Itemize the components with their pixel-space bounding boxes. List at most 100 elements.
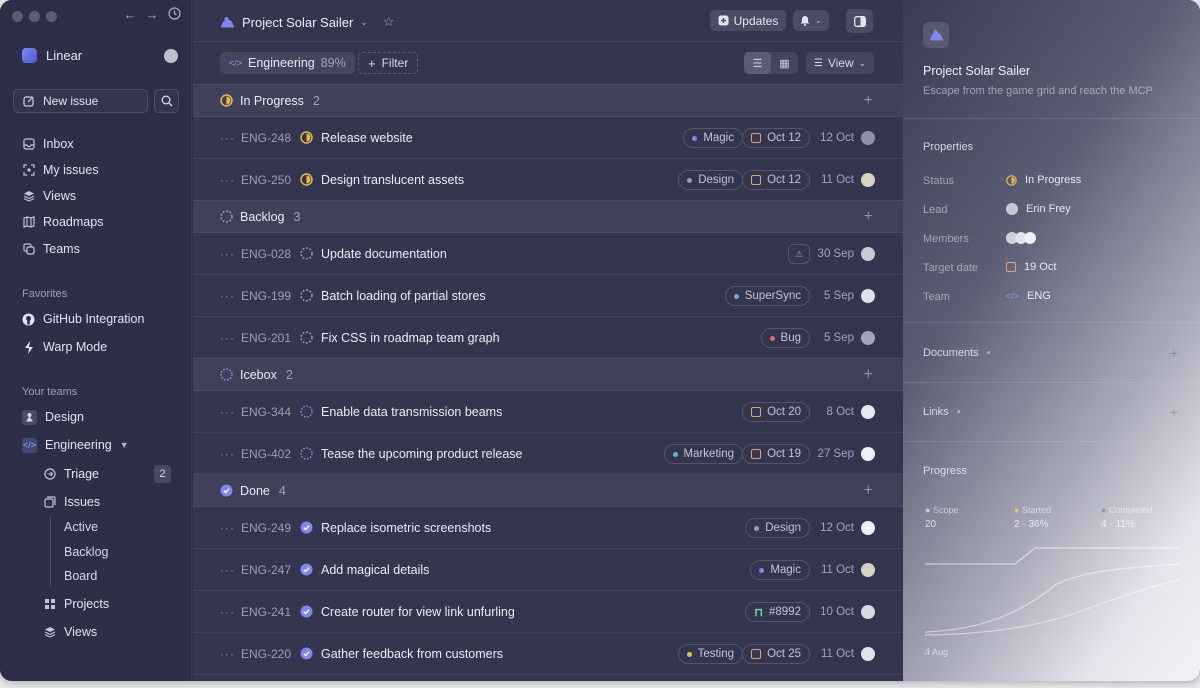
- group-header-in-progress[interactable]: In Progress 2 +: [193, 84, 903, 117]
- more-options-icon[interactable]: ···: [220, 405, 235, 419]
- sidebar-item-team-views[interactable]: Views: [43, 622, 97, 642]
- more-options-icon[interactable]: ···: [220, 247, 235, 261]
- add-link-plus-icon[interactable]: +: [1170, 404, 1178, 420]
- sidebar-item-triage[interactable]: Triage: [43, 464, 99, 484]
- new-issue-button[interactable]: New issue: [13, 89, 148, 113]
- history-clock-icon[interactable]: [166, 7, 182, 23]
- icebox-status-icon[interactable]: [300, 405, 313, 418]
- assignee-avatar[interactable]: [861, 247, 875, 261]
- sidebar-item-roadmaps[interactable]: Roadmaps: [22, 212, 103, 232]
- backlog-status-icon[interactable]: [300, 331, 313, 344]
- team-filter-chip[interactable]: </> Engineering 89%: [220, 52, 355, 74]
- more-options-icon[interactable]: ···: [220, 289, 235, 303]
- toggle-details-panel-button[interactable]: [846, 9, 873, 33]
- label-pill[interactable]: Design: [745, 518, 810, 538]
- done-status-icon[interactable]: [300, 605, 313, 618]
- filter-button[interactable]: + Filter: [358, 52, 419, 74]
- status-property[interactable]: In Progress: [1006, 174, 1081, 186]
- assignee-avatar[interactable]: [861, 447, 875, 461]
- due-date-pill[interactable]: Oct 25: [742, 644, 810, 664]
- more-options-icon[interactable]: ···: [220, 447, 235, 461]
- caret-down-icon[interactable]: ▼: [120, 440, 129, 450]
- assignee-avatar[interactable]: [861, 647, 875, 661]
- sidebar-item-warp-mode[interactable]: Warp Mode: [22, 337, 107, 357]
- sidebar-item-active[interactable]: Active: [64, 520, 98, 534]
- add-issue-plus-icon[interactable]: +: [864, 92, 873, 110]
- more-options-icon[interactable]: ···: [220, 647, 235, 661]
- updates-button[interactable]: Updates: [710, 10, 786, 31]
- back-arrow-icon[interactable]: ←: [122, 7, 138, 23]
- group-header-backlog[interactable]: Backlog 3 +: [193, 200, 903, 233]
- in-progress-status-icon[interactable]: [300, 131, 313, 144]
- more-options-icon[interactable]: ···: [220, 173, 235, 187]
- zoom-window-button[interactable]: [46, 11, 57, 22]
- view-options-button[interactable]: ☰ View ⌄: [806, 52, 874, 74]
- issue-row[interactable]: ··· ENG-201 Fix CSS in roadmap team grap…: [193, 317, 903, 359]
- issue-row[interactable]: ··· ENG-248 Release website Magic Oct 12…: [193, 117, 903, 159]
- sidebar-item-design-team[interactable]: Design: [22, 407, 84, 427]
- backlog-status-icon[interactable]: [300, 289, 313, 302]
- documents-section[interactable]: Documents •: [923, 347, 991, 359]
- issue-row[interactable]: ··· ENG-247 Add magical details Magic 11…: [193, 549, 903, 591]
- star-icon[interactable]: ☆: [383, 14, 395, 30]
- target-date-property[interactable]: 19 Oct: [1006, 261, 1056, 273]
- assignee-avatar[interactable]: [861, 289, 875, 303]
- add-issue-plus-icon[interactable]: +: [864, 366, 873, 384]
- more-options-icon[interactable]: ···: [220, 331, 235, 345]
- label-pill[interactable]: Magic: [683, 128, 743, 148]
- sidebar-item-github-integration[interactable]: GitHub Integration: [22, 309, 144, 329]
- team-property[interactable]: </> ENG: [1006, 290, 1051, 302]
- icebox-status-icon[interactable]: [300, 447, 313, 460]
- label-pill[interactable]: Design: [678, 170, 743, 190]
- more-options-icon[interactable]: ···: [220, 563, 235, 577]
- label-pill[interactable]: SuperSync: [724, 286, 810, 306]
- issue-row[interactable]: ··· ENG-402 Tease the upcoming product r…: [193, 433, 903, 475]
- sidebar-item-backlog[interactable]: Backlog: [64, 545, 108, 559]
- done-status-icon[interactable]: [300, 563, 313, 576]
- sidebar-item-inbox[interactable]: Inbox: [22, 134, 74, 154]
- assignee-avatar[interactable]: [861, 331, 875, 345]
- assignee-avatar[interactable]: [861, 605, 875, 619]
- done-status-icon[interactable]: [300, 521, 313, 534]
- issue-row[interactable]: ··· ENG-344 Enable data transmission bea…: [193, 391, 903, 433]
- due-date-pill[interactable]: Oct 12: [742, 170, 810, 190]
- issue-row[interactable]: ··· ENG-199 Batch loading of partial sto…: [193, 275, 903, 317]
- in-progress-status-icon[interactable]: [300, 173, 313, 186]
- priority-pill[interactable]: ⚠: [788, 244, 810, 264]
- pull-request-pill[interactable]: ⊓ #8992: [745, 602, 810, 622]
- label-pill[interactable]: Magic: [750, 560, 810, 580]
- add-issue-plus-icon[interactable]: +: [864, 208, 873, 226]
- more-options-icon[interactable]: ···: [220, 521, 235, 535]
- board-layout-icon[interactable]: ▦: [771, 52, 798, 74]
- minimize-window-button[interactable]: [29, 11, 40, 22]
- due-date-pill[interactable]: Oct 19: [742, 444, 810, 464]
- sidebar-item-board[interactable]: Board: [64, 569, 97, 583]
- assignee-avatar[interactable]: [861, 521, 875, 535]
- issue-row[interactable]: ··· ENG-241 Create router for view link …: [193, 591, 903, 633]
- label-pill[interactable]: Marketing: [663, 444, 743, 464]
- done-status-icon[interactable]: [300, 647, 313, 660]
- sidebar-item-teams[interactable]: Teams: [22, 239, 80, 259]
- links-section[interactable]: Links •: [923, 406, 961, 418]
- sidebar-item-my-issues[interactable]: My issues: [22, 160, 99, 180]
- forward-arrow-icon[interactable]: →: [144, 7, 160, 23]
- more-options-icon[interactable]: ···: [220, 605, 235, 619]
- issue-row[interactable]: ··· ENG-028 Update documentation ⚠ 30 Se…: [193, 233, 903, 275]
- assignee-avatar[interactable]: [861, 405, 875, 419]
- backlog-status-icon[interactable]: [300, 247, 313, 260]
- due-date-pill[interactable]: Oct 12: [742, 128, 810, 148]
- workspace-switcher[interactable]: Linear: [22, 48, 82, 63]
- issue-row[interactable]: ··· ENG-250 Design translucent assets De…: [193, 159, 903, 201]
- issue-row[interactable]: ··· ENG-249 Replace isometric screenshot…: [193, 507, 903, 549]
- add-issue-plus-icon[interactable]: +: [864, 482, 873, 500]
- issue-row[interactable]: ··· ENG-220 Gather feedback from custome…: [193, 633, 903, 675]
- add-document-plus-icon[interactable]: +: [1170, 345, 1178, 361]
- close-window-button[interactable]: [12, 11, 23, 22]
- more-options-icon[interactable]: ···: [220, 131, 235, 145]
- members-property[interactable]: [1006, 232, 1036, 244]
- sidebar-item-views[interactable]: Views: [22, 186, 76, 206]
- label-pill[interactable]: Testing: [677, 644, 743, 664]
- group-header-icebox[interactable]: Icebox 2 +: [193, 358, 903, 391]
- project-breadcrumb[interactable]: Project Solar Sailer ⌄ ☆: [220, 14, 394, 30]
- sidebar-item-issues[interactable]: Issues: [43, 492, 100, 512]
